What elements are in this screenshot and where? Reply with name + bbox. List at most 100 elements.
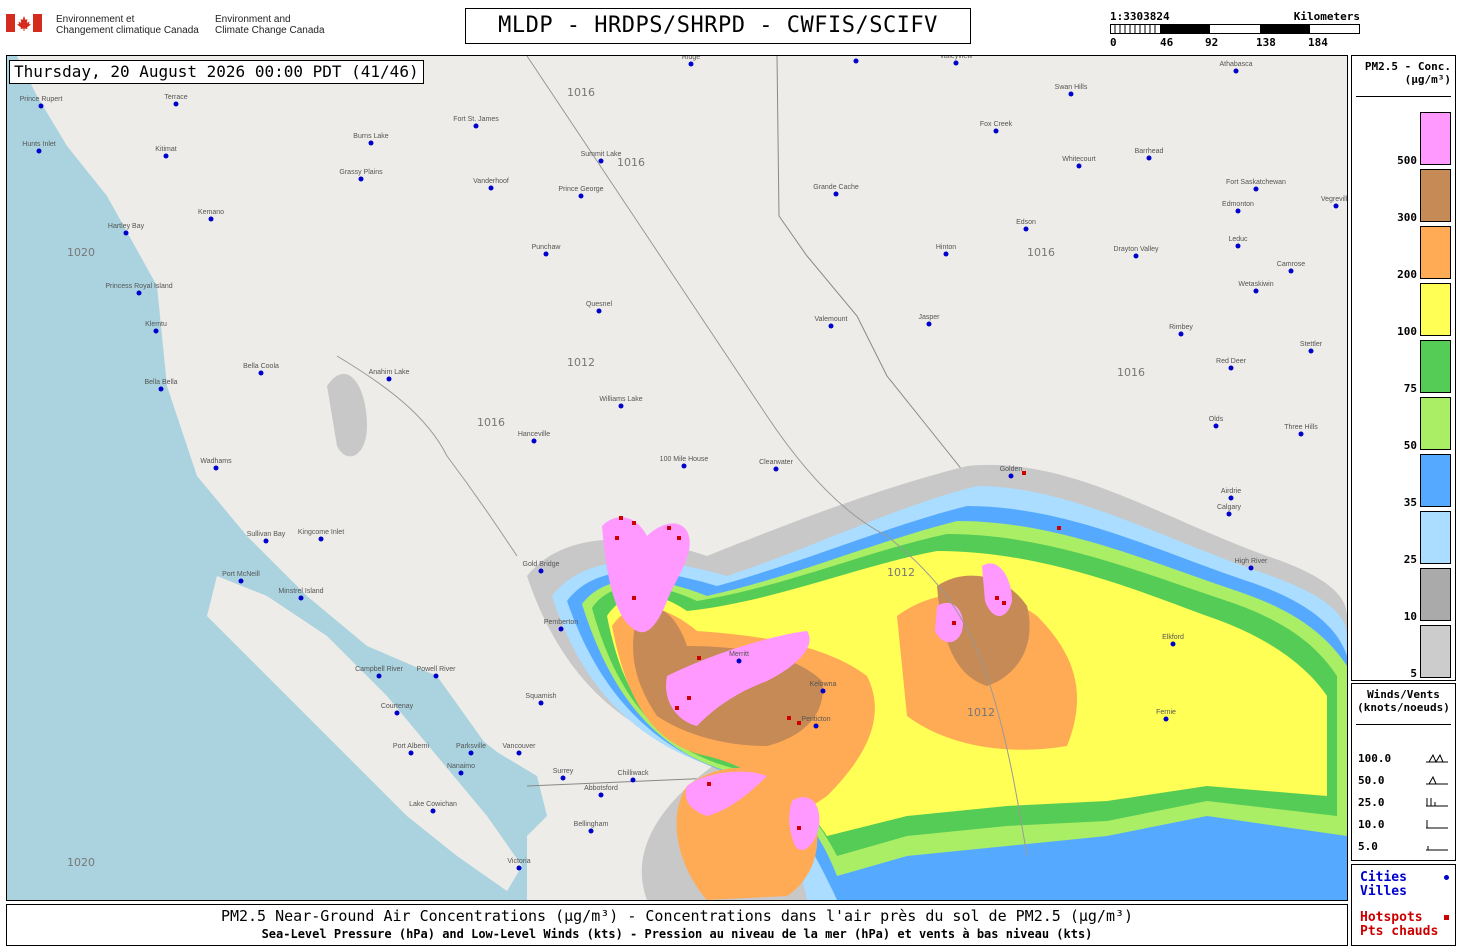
city-label: Prince George: [558, 186, 603, 193]
city-dot: [298, 595, 304, 601]
map-canvas: 1016101610161012101210121020102010161016…: [7, 56, 1347, 900]
dept-name-fr: Environnement et Changement climatique Ca…: [56, 14, 199, 36]
legend-label-300: 300: [1397, 211, 1417, 224]
city-label: Camrose: [1277, 261, 1306, 268]
city-dot: [213, 465, 219, 471]
scale-ratio: 1:3303824: [1110, 10, 1170, 23]
smoke-forecast-map[interactable]: 1016 1016 1016 1012 1012 1012 1020 1020 1016 1016…: [6, 55, 1348, 901]
city-dot: [943, 251, 949, 257]
city-dot: [558, 626, 564, 632]
scale-unit: Kilometers: [1293, 10, 1360, 23]
city-label: Fort St. James: [453, 116, 499, 123]
scale-tick-2: 92: [1205, 36, 1219, 49]
city-label: Gold Bridge: [523, 561, 560, 568]
wind-row-50: 50.0: [1358, 774, 1450, 788]
city-label: Jasper: [918, 314, 940, 321]
city-label: Powell River: [417, 666, 457, 673]
city-dot: [538, 700, 544, 706]
legend-label-100: 100: [1397, 325, 1417, 338]
city-dot: [136, 290, 142, 296]
product-title: MLDP - HRDPS/SHRPD - CWFIS/SCIFV: [465, 8, 971, 44]
city-label: Port McNeill: [222, 571, 260, 578]
city-label: Valemount: [815, 316, 848, 323]
isobar-label: 1012: [887, 566, 915, 579]
city-dot: [1163, 716, 1169, 722]
city-dot: [681, 463, 687, 469]
legend-swatch-10: [1420, 568, 1451, 621]
city-dot: [1288, 268, 1294, 274]
city-label: Princess Royal Island: [105, 283, 172, 290]
city-label: Surrey: [553, 768, 574, 775]
city-dot: [598, 792, 604, 798]
city-label: Penticton: [801, 716, 830, 723]
legend-swatch-500: [1420, 112, 1451, 165]
city-dot: [368, 140, 374, 146]
city-label: Three Hills: [1284, 424, 1318, 431]
city-dot: [1170, 641, 1176, 647]
city-dot: [516, 865, 522, 871]
city-label: Bella Bella: [144, 379, 177, 386]
city-label: Lake Cowichan: [409, 801, 457, 808]
symbol-key: Cities Villes Hotspots Pts chauds: [1351, 864, 1456, 946]
city-dot: [386, 376, 392, 382]
city-label: Williams Lake: [599, 396, 642, 403]
city-dot: [394, 710, 400, 716]
city-dot: [458, 770, 464, 776]
city-dot: [36, 148, 42, 154]
legend-swatch-200: [1420, 226, 1451, 279]
city-label: Courtenay: [381, 703, 414, 710]
city-dot: [560, 775, 566, 781]
city-label: Fox Creek: [980, 121, 1013, 128]
city-label: Bella Coola: [243, 363, 279, 370]
city-dot: [238, 578, 244, 584]
city-dot: [538, 568, 544, 574]
isobar-label: 1016: [1027, 246, 1055, 259]
scale-tick-4: 184: [1308, 36, 1328, 49]
city-label: Clearwater: [759, 459, 794, 466]
city-dot: [953, 60, 959, 66]
city-label: Elkford: [1162, 634, 1184, 641]
city-label: Hinton: [936, 244, 956, 251]
city-label: Kitimat: [155, 146, 176, 153]
wind-barb-10-icon: [1426, 820, 1448, 829]
city-dot: [588, 828, 594, 834]
city-dot-icon: [1444, 875, 1449, 880]
city-label: Campbell River: [355, 666, 404, 673]
city-label: Port Alberni: [393, 743, 430, 750]
legend-label-5: 5: [1410, 667, 1417, 680]
isobar-label: 1016: [567, 86, 595, 99]
city-label: Rimbey: [1169, 324, 1193, 331]
legend-title: PM2.5 - Conc. (µg/m³): [1364, 60, 1451, 86]
city-dot: [736, 658, 742, 664]
city-dot: [1253, 186, 1259, 192]
city-label: Ridge: [682, 56, 700, 61]
scale-bar: 1:3303824 Kilometers 0 46 92 138 184: [1110, 10, 1360, 50]
city-label: Abbotsford: [584, 785, 618, 792]
isobar-label: 1016: [477, 416, 505, 429]
city-dot: [828, 323, 834, 329]
city-label: Punchaw: [532, 244, 562, 251]
city-dot: [773, 466, 779, 472]
city-dot: [1068, 91, 1074, 97]
hotspot-square-icon: [1444, 915, 1449, 920]
city-dot: [158, 386, 164, 392]
caption-main: PM2.5 Near-Ground Air Concentrations (µg…: [220, 907, 1134, 925]
city-dot: [1235, 208, 1241, 214]
city-dot: [358, 176, 364, 182]
city-label: Sullivan Bay: [247, 531, 286, 538]
wind-row-5: 5.0: [1358, 840, 1450, 854]
city-dot: [376, 673, 382, 679]
winds-divider: [1356, 724, 1451, 725]
city-label: Olds: [1209, 416, 1224, 423]
city-dot: [1133, 253, 1139, 259]
legend-swatch-5: [1420, 625, 1451, 678]
city-dot: [688, 61, 694, 67]
city-dot: [618, 403, 624, 409]
canada-flag-icon: [6, 14, 42, 32]
wind-row-100: 100.0: [1358, 752, 1450, 766]
city-label: Valleyview: [940, 56, 973, 60]
isobar-label: 1016: [1117, 366, 1145, 379]
scale-graphic: [1110, 24, 1360, 34]
city-dot: [833, 191, 839, 197]
wind-barb-25-icon: [1426, 798, 1448, 807]
